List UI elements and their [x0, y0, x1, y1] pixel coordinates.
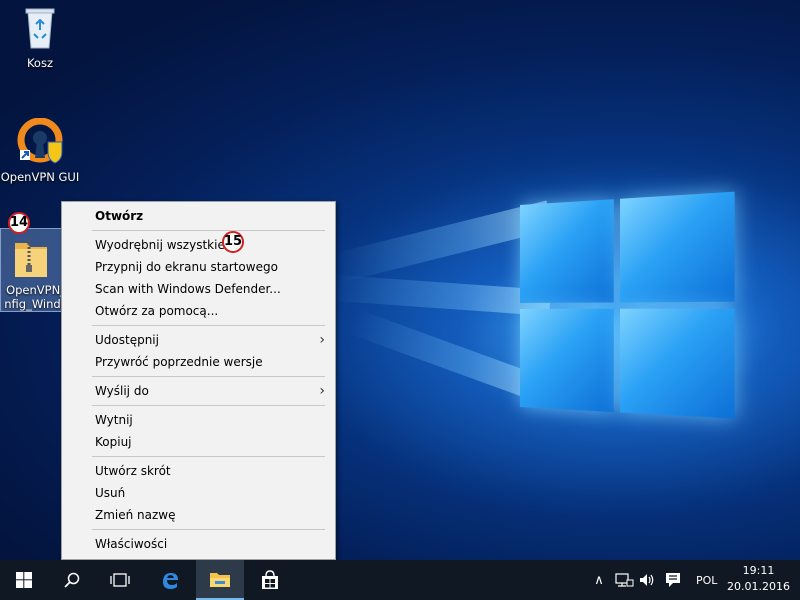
file-explorer-button[interactable]	[196, 560, 244, 600]
desktop-icon-label: OpenVPN GUI	[0, 170, 80, 184]
task-view-button[interactable]	[96, 560, 144, 600]
menu-item-copy[interactable]: Kopiuj	[62, 431, 335, 453]
chevron-right-icon: ›	[319, 383, 325, 399]
start-button[interactable]	[0, 560, 48, 600]
step-marker-14: 14	[8, 212, 30, 234]
edge-icon	[163, 573, 178, 589]
step-marker-15: 15	[222, 231, 244, 253]
network-icon[interactable]	[614, 572, 634, 588]
menu-item-label: Zmień nazwę	[95, 508, 176, 522]
menu-separator	[92, 325, 325, 326]
menu-separator	[92, 456, 325, 457]
store-icon	[262, 570, 278, 589]
clock-date: 20.01.2016	[727, 580, 790, 593]
menu-item-label: Wyślij do	[95, 384, 149, 398]
menu-separator	[92, 230, 325, 231]
menu-item-properties[interactable]: Właściwości	[62, 533, 335, 555]
menu-item-pin-to-start[interactable]: Przypnij do ekranu startowego	[62, 256, 335, 278]
menu-separator	[92, 405, 325, 406]
menu-separator	[92, 529, 325, 530]
menu-item-label: Otwórz	[95, 209, 144, 223]
desktop-icon-label: Kosz	[26, 56, 54, 70]
chevron-right-icon: ›	[319, 332, 325, 348]
menu-item-label: Udostępnij	[95, 333, 159, 347]
menu-item-label: Przypnij do ekranu startowego	[95, 260, 278, 274]
action-center-icon[interactable]	[664, 572, 684, 588]
menu-item-scan-defender[interactable]: Scan with Windows Defender...	[62, 278, 335, 300]
search-icon	[64, 572, 80, 588]
menu-item-extract-all[interactable]: Wyodrębnij wszystkie...	[62, 234, 335, 256]
file-explorer-icon	[210, 573, 230, 587]
recycle-bin-icon	[25, 8, 55, 49]
edge-button[interactable]	[146, 560, 194, 600]
menu-item-label: Wytnij	[95, 413, 133, 427]
language-indicator[interactable]: POL	[696, 574, 717, 587]
menu-item-open-with[interactable]: Otwórz za pomocą...	[62, 300, 335, 322]
volume-icon[interactable]	[638, 572, 658, 588]
menu-item-label: Otwórz za pomocą...	[95, 304, 219, 318]
store-button[interactable]	[246, 560, 294, 600]
menu-item-rename[interactable]: Zmień nazwę	[62, 504, 335, 526]
zip-folder-icon	[15, 239, 47, 277]
windows-start-icon	[16, 572, 32, 588]
menu-item-label: Przywróć poprzednie wersje	[95, 355, 263, 369]
desktop-icon-openvpn-gui[interactable]: OpenVPN GUI	[0, 118, 80, 184]
windows-logo-wallpaper	[520, 191, 735, 433]
menu-item-label: Scan with Windows Defender...	[95, 282, 281, 296]
menu-item-label: Kopiuj	[95, 435, 132, 449]
chevron-up-icon[interactable]: ∧	[588, 573, 610, 588]
desktop-icon-openvpn-config-zip[interactable]: OpenVPN_ nfig_Windo	[0, 228, 62, 312]
menu-item-label: Właściwości	[95, 537, 168, 551]
system-tray: ∧ POL	[588, 560, 717, 600]
menu-item-restore-versions[interactable]: Przywróć poprzednie wersje	[62, 351, 335, 373]
menu-item-delete[interactable]: Usuń	[62, 482, 335, 504]
menu-separator	[92, 376, 325, 377]
task-view-icon	[110, 573, 130, 587]
taskbar: ∧ POL 19:11 20.01.2016	[0, 560, 800, 600]
menu-item-send-to[interactable]: Wyślij do ›	[62, 380, 335, 402]
menu-item-create-shortcut[interactable]: Utwórz skrót	[62, 460, 335, 482]
context-menu: Otwórz Wyodrębnij wszystkie... Przypnij …	[61, 201, 336, 560]
menu-item-label: Wyodrębnij wszystkie...	[95, 238, 237, 252]
search-button[interactable]	[48, 560, 96, 600]
menu-item-open[interactable]: Otwórz	[62, 205, 335, 227]
clock[interactable]: 19:11 20.01.2016	[727, 563, 790, 595]
desktop-icon-recycle-bin[interactable]: Kosz	[0, 6, 80, 70]
desktop-icon-label: OpenVPN_ nfig_Windo	[4, 283, 62, 311]
clock-time: 19:11	[742, 564, 775, 577]
menu-item-label: Usuń	[95, 486, 126, 500]
menu-item-label: Utwórz skrót	[95, 464, 171, 478]
menu-item-share[interactable]: Udostępnij ›	[62, 329, 335, 351]
openvpn-icon	[17, 118, 63, 164]
menu-item-cut[interactable]: Wytnij	[62, 409, 335, 431]
